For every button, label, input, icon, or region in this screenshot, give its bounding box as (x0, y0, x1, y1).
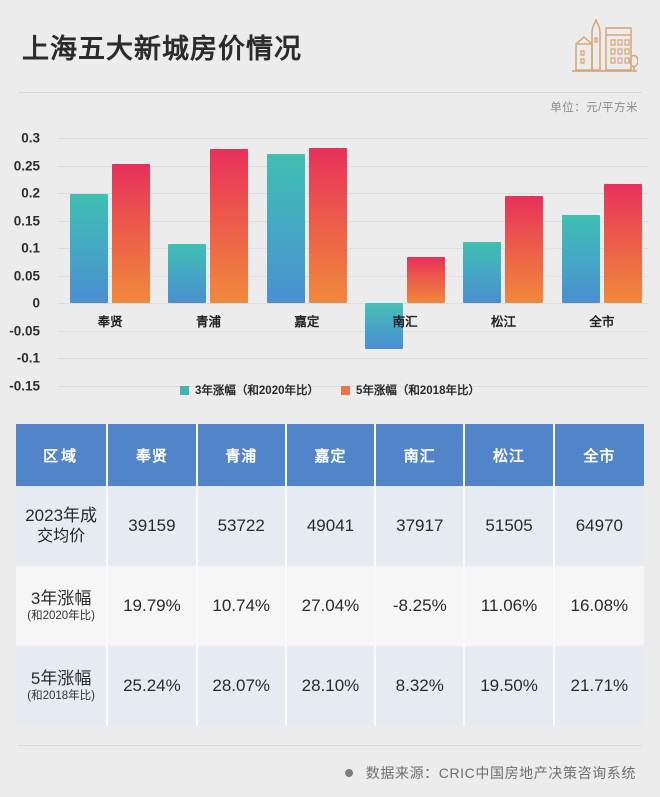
table-header-row: 区域 奉贤 青浦 嘉定 南汇 松江 全市 (16, 424, 644, 486)
table-row-label: 2023年成 交均价 (16, 486, 109, 566)
table-cell: 27.04% (286, 566, 377, 646)
table-cell: 39159 (108, 486, 198, 566)
page-title: 上海五大新城房价情况 (22, 34, 302, 64)
table-cell: 28.10% (286, 646, 377, 726)
unit-label: 单位：元/平方米 (550, 102, 638, 114)
chart-bar (561, 214, 600, 304)
table-cell: 64970 (554, 486, 644, 566)
table-body: 2023年成 交均价 39159 53722 49041 37917 51505 64970 3… (16, 486, 644, 726)
footer: 数据来源：CRIC中国房地产决策咨询系统 (344, 763, 636, 783)
infographic-page: 上海五大新城房价情况 单位：元/平方米 0.3 0.25 0.2 0.15 0.… (0, 0, 660, 797)
chart-bar (70, 194, 109, 304)
table-cell: 53722 (197, 486, 287, 566)
row-label-sub: (和2020年比) (27, 610, 96, 623)
chart-bar (603, 183, 642, 304)
city-buildings-icon (570, 16, 639, 78)
chart-bar (505, 195, 544, 304)
chart-plot-area: 0.3 0.25 0.2 0.15 0.1 0.05 0 -0.05 -0.1 -0.15 奉贤 青浦… (9, 131, 648, 394)
header: 上海五大新城房价情况 单位：元/平方米 (0, 0, 660, 114)
legend-swatch-icon (341, 385, 350, 395)
y-axis-tick-label: 0.15 (13, 213, 40, 229)
x-axis-category-label: 全市 (589, 315, 615, 330)
table-column-header: 嘉定 (286, 424, 377, 486)
chart-bar (168, 244, 207, 304)
x-axis-category-label: 嘉定 (294, 315, 320, 330)
bar-chart: 0.3 0.25 0.2 0.15 0.1 0.05 0 -0.05 -0.1 -0.15 奉贤 青浦… (0, 128, 660, 408)
row-label-main: 2023年成 (25, 506, 98, 526)
x-axis-category-label: 青浦 (195, 315, 222, 330)
chart-bar-group (255, 138, 353, 386)
table-column-header: 松江 (465, 424, 555, 486)
x-axis-category-label: 南汇 (392, 315, 418, 330)
chart-bar-group (156, 138, 254, 386)
chart-bar (407, 257, 446, 304)
header-divider (18, 92, 642, 93)
table-cell: 37917 (376, 486, 466, 566)
chart-bar (308, 148, 347, 304)
chart-bar (112, 164, 151, 304)
table-row: 3年涨幅 (和2020年比) 19.79% 10.74% 27.04% -8.25% 11.… (16, 566, 644, 646)
table-column-header: 区域 (16, 424, 109, 486)
table-cell: 11.06% (465, 566, 555, 646)
table-cell: 21.71% (554, 646, 644, 726)
table-column-header: 南汇 (376, 424, 466, 486)
table-cell: 19.50% (465, 646, 555, 726)
legend-item[interactable]: 5年涨幅（和2018年比） (341, 382, 480, 398)
table-row: 2023年成 交均价 39159 53722 49041 37917 51505 64970 (16, 486, 644, 566)
chart-bar-group (353, 138, 451, 386)
legend-swatch-icon (180, 385, 190, 395)
data-source-text: 数据来源：CRIC中国房地产决策咨询系统 (365, 765, 636, 781)
table-cell: 49041 (286, 486, 377, 566)
y-axis-tick-label: 0.1 (21, 240, 40, 256)
table-cell: 28.07% (197, 646, 287, 726)
table-column-header: 全市 (554, 424, 644, 486)
x-axis-category-label: 松江 (490, 315, 517, 330)
bullet-icon (344, 769, 353, 777)
chart-bar-group (451, 138, 549, 386)
x-axis-category-label: 奉贤 (97, 315, 123, 330)
y-axis-tick-label: -0.1 (16, 350, 40, 366)
chart-bar-group (550, 138, 648, 386)
chart-bar (210, 148, 249, 304)
legend-label: 5年涨幅（和2018年比） (356, 385, 480, 397)
row-label-main2: 交均价 (37, 527, 86, 545)
table-cell: 8.32% (376, 646, 466, 726)
footer-divider (18, 745, 642, 746)
table-cell: -8.25% (376, 566, 466, 646)
row-label-main: 3年涨幅 (30, 589, 92, 609)
y-axis-tick-label: 0.2 (21, 185, 40, 201)
table-cell: 51505 (465, 486, 555, 566)
legend-label: 3年涨幅（和2020年比） (195, 385, 319, 397)
chart-bar-group (58, 138, 156, 386)
table-cell: 16.08% (554, 566, 644, 646)
y-axis-tick-label: 0.25 (13, 158, 40, 174)
table-column-header: 奉贤 (108, 424, 198, 486)
chart-bar (266, 154, 305, 304)
table-row-label: 3年涨幅 (和2020年比) (16, 566, 109, 646)
table-row: 5年涨幅 (和2018年比) 25.24% 28.07% 28.10% 8.32% 19.5… (16, 646, 644, 726)
row-label-main: 5年涨幅 (30, 669, 92, 689)
data-table: 区域 奉贤 青浦 嘉定 南汇 松江 全市 2023年成 交均价 39159 53722 49041 3… (16, 424, 644, 726)
chart-legend: 3年涨幅（和2020年比） 5年涨幅（和2018年比） (0, 382, 660, 398)
table-row-label: 5年涨幅 (和2018年比) (16, 646, 109, 726)
table-cell: 19.79% (108, 566, 198, 646)
table-cell: 25.24% (108, 646, 198, 726)
y-axis-tick-label: -0.05 (9, 323, 40, 339)
y-axis-tick-label: 0 (32, 295, 40, 311)
y-axis-tick-label: 0.05 (13, 268, 40, 284)
y-axis-tick-label: 0.3 (21, 130, 40, 146)
table-cell: 10.74% (197, 566, 287, 646)
chart-bar (463, 242, 502, 304)
row-label-sub: (和2018年比) (27, 690, 96, 703)
legend-item[interactable]: 3年涨幅（和2020年比） (180, 382, 319, 398)
table-column-header: 青浦 (197, 424, 287, 486)
